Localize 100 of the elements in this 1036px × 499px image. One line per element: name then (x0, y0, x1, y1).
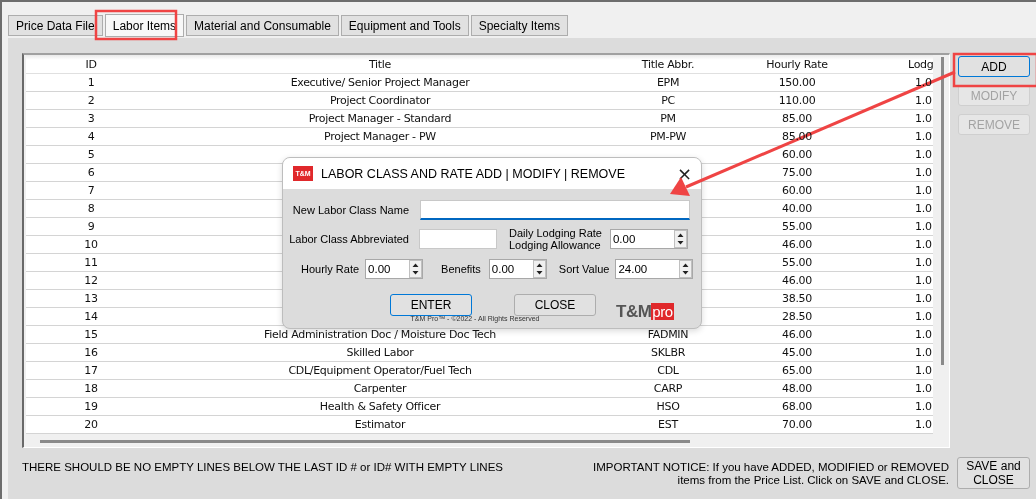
table-cell-text: Skilled Labor (345, 346, 415, 359)
spin-field[interactable]: 0.00 (609, 229, 688, 249)
table-cell-text: 1.0 (914, 184, 933, 197)
important-notice: IMPORTANT NOTICE: If you have ADDED, MODIFIED or REMOVED items from the Price List. Click on SAVE and CLOSE. (593, 460, 949, 487)
table-cell-text: EST (657, 418, 680, 431)
table-cell-text: 38.50 (781, 292, 813, 305)
spin-field[interactable]: 0.00 (365, 259, 424, 279)
table-cell-text: Health & Safety Officer (318, 400, 442, 413)
table-cell-text: 1.0 (914, 130, 933, 143)
spin-field[interactable]: 0.00 (488, 259, 547, 279)
dialog-title: LABOR CLASS AND RATE ADD | MODIFY | REMOVE (321, 166, 627, 181)
table-cell-text: 15 (83, 328, 99, 341)
action-button[interactable]: ADD (958, 56, 1030, 77)
table-cell-text: Executive/ Senior Project Manager (289, 76, 471, 89)
table-cell-text: 8 (86, 202, 96, 215)
table-cell-text: 55.00 (781, 256, 813, 269)
tab[interactable]: Labor Items (104, 14, 185, 37)
field-label: New Labor Class Name (291, 204, 409, 216)
table-cell-text: 1.0 (914, 256, 933, 269)
table-cell-text: 3 (86, 112, 96, 125)
table-cell-text: 11 (83, 256, 99, 269)
spin-arrows-icon[interactable] (673, 230, 687, 248)
table-cell-text: CARP (652, 382, 684, 395)
table-cell-text: 1.0 (914, 220, 933, 233)
table-cell-text: 110.00 (777, 94, 817, 107)
table-cell-text: 46.00 (781, 328, 813, 341)
close-button[interactable]: × (676, 166, 692, 181)
tab[interactable]: Specialty Items (470, 15, 569, 36)
table-cell-text: 9 (86, 220, 96, 233)
table-cell-text: 70.00 (781, 418, 813, 431)
table-cell-text: 2 (86, 94, 96, 107)
dialog-button[interactable]: CLOSE (514, 294, 596, 316)
table-cell-text: 1.0 (914, 382, 933, 395)
table-cell-text: 1.0 (914, 112, 933, 125)
table-cell-text: 75.00 (781, 166, 813, 179)
table-cell-text: HSO (655, 400, 681, 413)
spin-field[interactable]: 24.00 (615, 259, 694, 279)
table-cell-text: PM-PW (648, 130, 688, 143)
table-cell-text: 65.00 (781, 364, 813, 377)
spin-arrows-icon[interactable] (532, 260, 546, 278)
input-field[interactable] (419, 229, 497, 249)
column-header: Title Abbr. (640, 57, 696, 71)
table-cell-text: 150.00 (777, 76, 817, 89)
table-cell-text: 17 (83, 364, 99, 377)
column-header: Hourly Rate (765, 57, 829, 71)
tab[interactable]: Material and Consumable (186, 15, 339, 36)
field-label: Hourly Rate (301, 263, 360, 275)
spin-arrows-icon[interactable] (409, 260, 423, 278)
table-cell-text: 1.0 (914, 238, 933, 251)
table-cell-text: Project Manager - PW (323, 130, 437, 143)
table-cell-text: 16 (83, 346, 99, 359)
table-cell-text: 1 (86, 76, 96, 89)
table-cell-text: 1.0 (914, 400, 933, 413)
dialog-button[interactable]: ENTER (390, 294, 472, 316)
table-cell-text: 1.0 (914, 94, 933, 107)
table-cell-text: CDL (656, 364, 680, 377)
tab[interactable]: Equipment and Tools (340, 15, 469, 36)
table-cell-text: 6 (86, 166, 96, 179)
spin-arrows-icon[interactable] (679, 260, 693, 278)
table-cell-text: 46.00 (781, 274, 813, 287)
table-cell-text: 14 (83, 310, 99, 323)
table-cell-text: 46.00 (781, 238, 813, 251)
table-cell-text: 19 (83, 400, 99, 413)
table-cell-text: CDL/Equipment Operator/Fuel Tech (287, 364, 473, 377)
table-cell-text: Carpenter (352, 382, 408, 395)
table-cell-text: 10 (83, 238, 99, 251)
table-cell-text: 18 (83, 382, 99, 395)
empty-lines-note: THERE SHOULD BE NO EMPTY LINES BELOW THE LAST ID # or ID# WITH EMPTY LINES (22, 460, 504, 473)
table-cell-text: 48.00 (781, 382, 813, 395)
table-cell-text: Field Administration Doc / Moisture Doc Tech (263, 328, 497, 341)
field-label: Labor Class Abbreviated (288, 233, 409, 245)
table-cell-text: 55.00 (781, 220, 813, 233)
table-cell-text: 1.0 (914, 310, 933, 323)
table-cell-text: 40.00 (781, 202, 813, 215)
table-cell-text: Estimator (353, 418, 407, 431)
table-cell-text: FADMIN (646, 328, 690, 341)
table-cell-text: 28.50 (781, 310, 813, 323)
table-cell-text: EPM (655, 76, 681, 89)
table-cell-text: 68.00 (781, 400, 813, 413)
tab[interactable]: Price Data File (8, 15, 103, 36)
table-cell-text: 12 (83, 274, 99, 287)
logo: T&Mpro (616, 302, 674, 322)
table-cell-text: 45.00 (781, 346, 813, 359)
table-cell-text: 20 (83, 418, 99, 431)
table-cell-text: 5 (86, 148, 96, 161)
table-cell-text: Project Manager - Standard (307, 112, 453, 125)
input-field[interactable] (420, 200, 690, 220)
table-cell-text: 1.0 (914, 148, 933, 161)
column-header: Title (367, 57, 393, 71)
table-cell-text: SKLBR (650, 346, 686, 359)
column-header: ID (84, 57, 98, 71)
field-label: Benefits (441, 263, 481, 275)
table-cell-text: 1.0 (914, 292, 933, 305)
table-cell-text: 7 (86, 184, 96, 197)
table-cell-text: 85.00 (781, 112, 813, 125)
save-and-close-button[interactable]: SAVE and CLOSE (957, 457, 1030, 489)
field-label: Sort Value (558, 263, 610, 275)
table-cell-text: 1.0 (914, 166, 933, 179)
table-cell-text: 1.0 (914, 328, 933, 341)
field-label: Daily Lodging Rate Lodging Allowance (509, 227, 602, 251)
